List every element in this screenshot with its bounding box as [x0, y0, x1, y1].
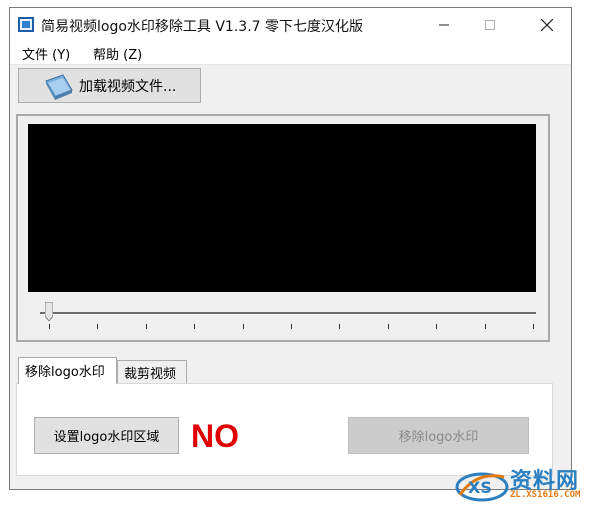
open-file-icon — [45, 73, 73, 100]
menu-help[interactable]: 帮助 (Z) — [93, 44, 142, 63]
title-bar[interactable]: 简易视频logo水印移除工具 V1.3.7 零下七度汉化版 — [10, 8, 571, 41]
video-preview — [28, 124, 536, 292]
minimize-button[interactable] — [421, 8, 467, 41]
load-video-button[interactable]: 加载视频文件... — [18, 68, 201, 103]
close-button[interactable] — [524, 8, 570, 41]
seek-slider-thumb[interactable] — [45, 302, 53, 321]
slider-tick — [49, 324, 50, 329]
site-watermark: XS 资料网 ZL.XS1616.COM — [452, 461, 588, 507]
remove-logo-button[interactable]: 移除logo水印 — [348, 417, 529, 454]
maximize-icon — [485, 19, 495, 30]
close-icon — [541, 18, 553, 31]
slider-tick — [339, 324, 341, 329]
seek-slider-track[interactable] — [40, 312, 536, 315]
app-icon — [18, 17, 34, 32]
slider-tick — [145, 324, 147, 329]
slider-tick — [291, 324, 292, 329]
status-indicator: NO — [191, 418, 239, 454]
slider-tick — [242, 324, 244, 329]
menu-file[interactable]: 文件 (Y) — [22, 44, 70, 63]
tab-remove-logo[interactable]: 移除logo水印 — [18, 357, 117, 384]
slider-tick — [436, 324, 438, 329]
video-preview-group — [16, 114, 550, 342]
maximize-button[interactable] — [467, 8, 513, 41]
menu-bar: 文件 (Y) 帮助 (Z) — [10, 41, 571, 65]
slider-tick — [387, 324, 389, 329]
slider-tick — [194, 324, 196, 329]
watermark-logo-text: XS — [468, 478, 492, 497]
load-video-label: 加载视频文件... — [79, 78, 177, 95]
slider-tick — [97, 324, 99, 329]
watermark-logo: XS — [455, 472, 509, 502]
minimize-icon — [439, 24, 449, 25]
window-title: 简易视频logo水印移除工具 V1.3.7 零下七度汉化版 — [41, 19, 364, 35]
slider-tick — [484, 324, 486, 329]
set-logo-area-button[interactable]: 设置logo水印区域 — [34, 417, 179, 454]
watermark-sub-text: ZL.XS1616.COM — [510, 490, 581, 500]
slider-tick — [533, 324, 534, 329]
tab-crop-video[interactable]: 裁剪视频 — [117, 360, 187, 384]
